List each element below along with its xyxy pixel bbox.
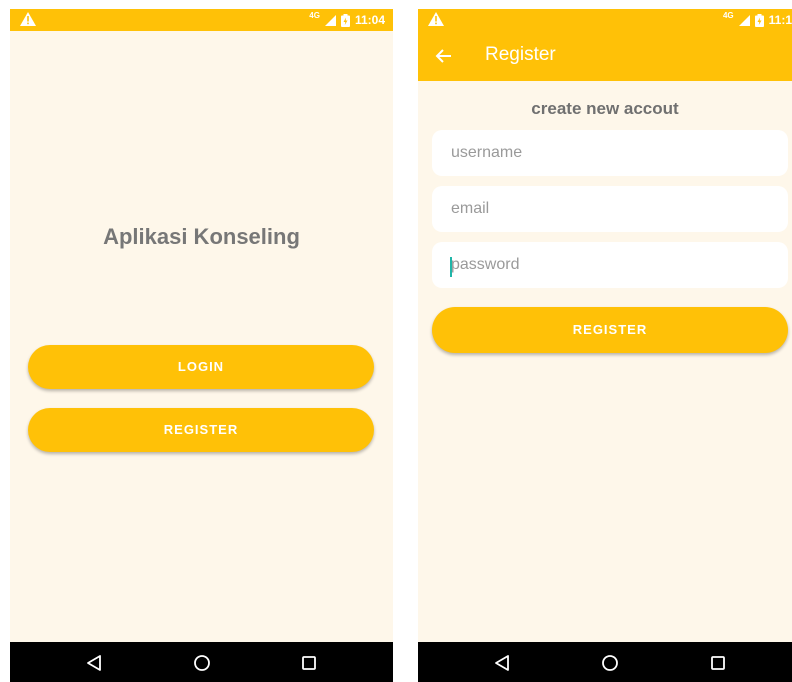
username-input[interactable] [432, 130, 788, 176]
email-input[interactable] [432, 186, 788, 232]
nav-back-icon[interactable] [493, 654, 511, 672]
warning-icon [20, 12, 36, 26]
status-time: 11:1 [768, 13, 792, 27]
username-field [432, 130, 788, 176]
register-submit-button[interactable]: REGISTER [432, 307, 788, 353]
warning-icon [428, 12, 444, 26]
nav-recents-icon[interactable] [709, 654, 727, 672]
network-type: 4G [722, 11, 734, 20]
form-heading: create new accout [531, 99, 679, 118]
nav-home-icon[interactable] [601, 654, 619, 672]
appbar-title: Register [485, 44, 556, 65]
email-field [432, 186, 788, 232]
text-cursor [450, 257, 452, 277]
status-indicators: 4G 11:04 [309, 12, 385, 28]
status-bar: 4G 11:1 [418, 9, 792, 31]
nav-home-icon[interactable] [193, 654, 211, 672]
battery-icon [340, 13, 350, 27]
status-time: 11:04 [354, 13, 385, 27]
status-bar: 4G 11:04 [10, 9, 393, 31]
navigation-bar [418, 642, 792, 682]
nav-back-icon[interactable] [85, 654, 103, 672]
battery-icon [754, 13, 764, 27]
navigation-bar [10, 642, 393, 682]
status-indicators: 4G 11:1 [723, 12, 792, 28]
login-button[interactable]: LOGIN [28, 345, 374, 389]
app-title: Aplikasi Konseling [103, 224, 300, 249]
password-field [432, 242, 788, 288]
app-bar: Register [418, 31, 792, 81]
signal-icon [738, 14, 750, 26]
register-button[interactable]: REGISTER [28, 408, 374, 452]
register-screen: 4G 11:1 Register create new accout REGIS… [418, 9, 792, 682]
password-input[interactable] [432, 242, 788, 288]
home-screen: 4G 11:04 Aplikasi Konseling LOGIN REGIST… [10, 9, 393, 682]
nav-recents-icon[interactable] [300, 654, 318, 672]
back-arrow-icon[interactable] [434, 46, 454, 66]
signal-icon [324, 14, 336, 26]
network-type: 4G [309, 11, 320, 20]
